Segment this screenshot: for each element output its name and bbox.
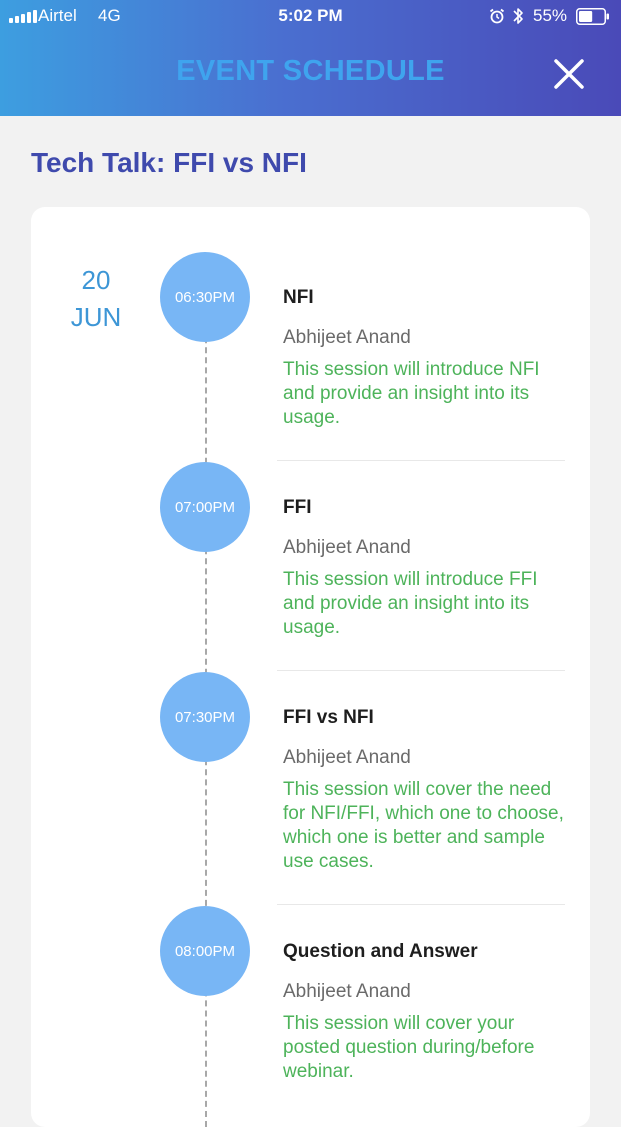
alarm-clock-icon bbox=[489, 8, 505, 24]
bluetooth-icon bbox=[513, 8, 523, 24]
session-description: This session will introduce FFI and prov… bbox=[283, 569, 538, 638]
session-speaker: Abhijeet Anand bbox=[283, 981, 411, 1002]
session-description: This session will introduce NFI and prov… bbox=[283, 359, 540, 428]
date-day: 20 bbox=[81, 265, 111, 295]
session-speaker: Abhijeet Anand bbox=[283, 747, 411, 768]
header-bar: Airtel 4G 5:02 PM 55% EVENT SCHEDULE bbox=[0, 0, 621, 116]
close-icon[interactable] bbox=[550, 55, 588, 93]
schedule-card: 20 JUN 06:30PM NFI Abhijeet Anand This s… bbox=[31, 207, 590, 1127]
status-time: 5:02 PM bbox=[278, 6, 343, 25]
session-time-badge[interactable]: 08:00PM bbox=[160, 906, 250, 996]
session-title: FFI bbox=[283, 497, 312, 518]
battery-percent: 55% bbox=[533, 6, 568, 25]
session-divider bbox=[277, 670, 565, 671]
session-title: FFI vs NFI bbox=[283, 707, 374, 728]
session-speaker: Abhijeet Anand bbox=[283, 537, 411, 558]
date-month: JUN bbox=[70, 302, 122, 332]
battery-icon bbox=[576, 8, 609, 25]
page-title: EVENT SCHEDULE bbox=[176, 55, 445, 87]
session-time-badge[interactable]: 07:30PM bbox=[160, 672, 250, 762]
session-time-badge[interactable]: 07:00PM bbox=[160, 462, 250, 552]
session-description: This session will cover your posted ques… bbox=[283, 1013, 535, 1082]
session-speaker: Abhijeet Anand bbox=[283, 327, 411, 348]
session-divider bbox=[277, 460, 565, 461]
session-time-badge[interactable]: 06:30PM bbox=[160, 252, 250, 342]
event-title: Tech Talk: FFI vs NFI bbox=[31, 147, 307, 178]
session-description: This session will cover the need for NFI… bbox=[283, 779, 564, 872]
session-title: NFI bbox=[283, 287, 314, 308]
status-bar: Airtel 4G 5:02 PM 55% bbox=[0, 0, 621, 34]
session-title: Question and Answer bbox=[283, 941, 478, 962]
session-divider bbox=[277, 904, 565, 905]
